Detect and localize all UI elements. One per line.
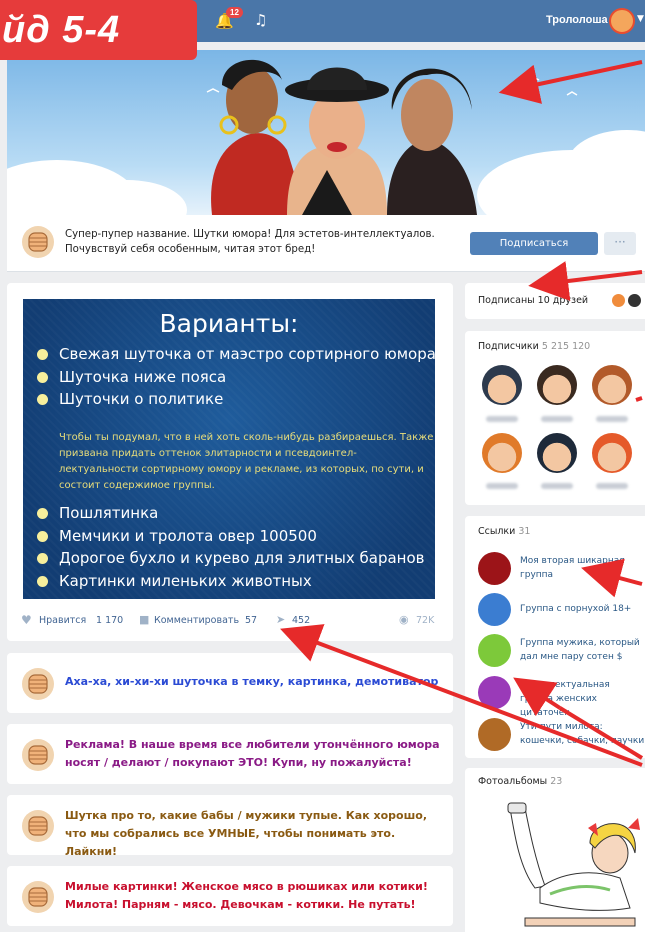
list-item: Шуточка ниже пояса xyxy=(37,366,435,389)
notification-badge: 12 xyxy=(226,7,243,18)
link-avatar xyxy=(478,552,511,585)
subscriber-name-blurred xyxy=(541,483,573,489)
friend-avatar xyxy=(628,294,641,307)
like-count: 1 170 xyxy=(96,615,124,626)
subscriber-avatar[interactable] xyxy=(592,365,632,405)
slide-label: йд 5-4 xyxy=(0,0,197,60)
photo-albums-widget: Фотоальбомы 23 xyxy=(465,768,645,932)
subscriber-avatar[interactable] xyxy=(482,365,522,405)
albums-label[interactable]: Фотоальбомы xyxy=(478,776,547,787)
fist-avatar-icon xyxy=(22,881,54,913)
subscriber-name-blurred xyxy=(541,416,573,422)
group-header: Супер-пупер название. Шутки юмора! Для э… xyxy=(7,215,645,272)
comment-icon[interactable]: ■ xyxy=(139,613,149,626)
post-image[interactable]: Варианты: Свежая шуточка от маэстро сорт… xyxy=(23,299,435,599)
username[interactable]: Трололоша xyxy=(546,14,608,26)
link-avatar xyxy=(478,593,511,626)
links-count: 31 xyxy=(518,526,531,537)
album-cover-image[interactable] xyxy=(480,798,645,932)
fist-avatar-icon xyxy=(22,810,54,842)
friends-widget[interactable]: Подписаны 10 друзей xyxy=(465,283,645,319)
link-label[interactable]: Ути-пути милота: кошечки, собачки, паучк… xyxy=(520,720,645,748)
heart-icon[interactable]: ♥ xyxy=(21,613,32,627)
link-label[interactable]: Группа с порнухой 18+ xyxy=(520,602,645,616)
comment-text: Реклама! В наше время все любители утонч… xyxy=(65,738,440,769)
link-label[interactable]: Моя вторая шикарная группа xyxy=(520,554,645,582)
avatar[interactable] xyxy=(609,8,635,34)
chevron-down-icon[interactable]: ▼ xyxy=(637,14,644,24)
variants-list-bottom: Пошлятинка Мемчики и тролота овер 100500… xyxy=(37,502,425,592)
link-label[interactable]: Интеллектуальная группа женских цитаточе… xyxy=(520,678,645,720)
music-icon[interactable]: ♫ xyxy=(254,11,267,29)
subscriber-name-blurred xyxy=(486,483,518,489)
subscriber-avatar[interactable] xyxy=(537,365,577,405)
comment-card: Реклама! В наше время все любители утонч… xyxy=(7,724,453,784)
subscribers-count: 5 215 120 xyxy=(541,341,591,352)
list-item: Картинки миленьких животных xyxy=(37,570,425,593)
subscriber-name-blurred xyxy=(596,483,628,489)
group-cover-image xyxy=(7,50,645,215)
list-item: Дорогое бухло и курево для элитных баран… xyxy=(37,547,425,570)
share-icon[interactable]: ➤ xyxy=(276,613,285,626)
more-actions-button[interactable]: ··· xyxy=(604,232,636,255)
variants-list-top: Свежая шуточка от маэстро сортирного юмо… xyxy=(37,343,435,411)
post-actions: ♥ Нравится 1 170 ■ Комментировать 57 ➤ 4… xyxy=(21,613,441,629)
friends-label: Подписаны 10 друзей xyxy=(478,295,589,306)
like-button[interactable]: Нравится xyxy=(39,615,86,626)
group-description: Супер-пупер название. Шутки юмора! Для э… xyxy=(65,229,435,255)
post-note: Чтобы ты подумал, что в ней хоть сколь-н… xyxy=(59,432,434,491)
group-avatar-fist-icon xyxy=(22,226,54,258)
cover-illustration xyxy=(206,59,578,215)
list-item: Мемчики и тролота овер 100500 xyxy=(37,525,425,548)
comment-card: Шутка про то, какие бабы / мужики тупые.… xyxy=(7,795,453,858)
list-item: Пошлятинка xyxy=(37,502,425,525)
list-item: Шуточки о политике xyxy=(37,388,435,411)
link-label[interactable]: Группа мужика, который дал мне пару соте… xyxy=(520,636,645,664)
comment-button[interactable]: Комментировать xyxy=(154,615,239,626)
albums-count: 23 xyxy=(550,776,563,787)
comment-card: Аха-ха, хи-хи-хи шуточка в темку, картин… xyxy=(7,653,453,713)
subscribers-widget: Подписчики 5 215 120 xyxy=(465,331,645,505)
subscriber-avatar[interactable] xyxy=(592,433,632,473)
share-count: 452 xyxy=(292,615,311,626)
links-widget: Ссылки 31 Моя вторая шикарная группа Гру… xyxy=(465,516,645,758)
views-count: 72K xyxy=(416,615,435,626)
subscriber-name-blurred xyxy=(596,416,628,422)
link-avatar xyxy=(478,718,511,751)
links-label[interactable]: Ссылки xyxy=(478,526,515,537)
fist-avatar-icon xyxy=(22,668,54,700)
post-image-title: Варианты: xyxy=(159,309,299,338)
link-avatar xyxy=(478,676,511,709)
comment-card: Милые картинки! Женское мясо в рюшиках и… xyxy=(7,866,453,926)
fist-avatar-icon xyxy=(22,739,54,771)
friend-avatar xyxy=(612,294,625,307)
link-avatar xyxy=(478,634,511,667)
subscriber-avatar[interactable] xyxy=(482,433,522,473)
list-item: Свежая шуточка от маэстро сортирного юмо… xyxy=(37,343,435,366)
subscribe-button[interactable]: Подписаться xyxy=(470,232,598,255)
subscriber-avatar[interactable] xyxy=(537,433,577,473)
subscriber-name-blurred xyxy=(486,416,518,422)
comment-text: Шутка про то, какие бабы / мужики тупые.… xyxy=(65,809,428,858)
eye-icon: ◉ xyxy=(399,613,409,626)
comment-text: Милые картинки! Женское мясо в рюшиках и… xyxy=(65,880,428,911)
comment-count: 57 xyxy=(245,615,258,626)
post-card: Варианты: Свежая шуточка от маэстро сорт… xyxy=(7,283,453,641)
comment-text: Аха-ха, хи-хи-хи шуточка в темку, картин… xyxy=(65,675,439,688)
subscribers-label[interactable]: Подписчики xyxy=(478,341,539,352)
